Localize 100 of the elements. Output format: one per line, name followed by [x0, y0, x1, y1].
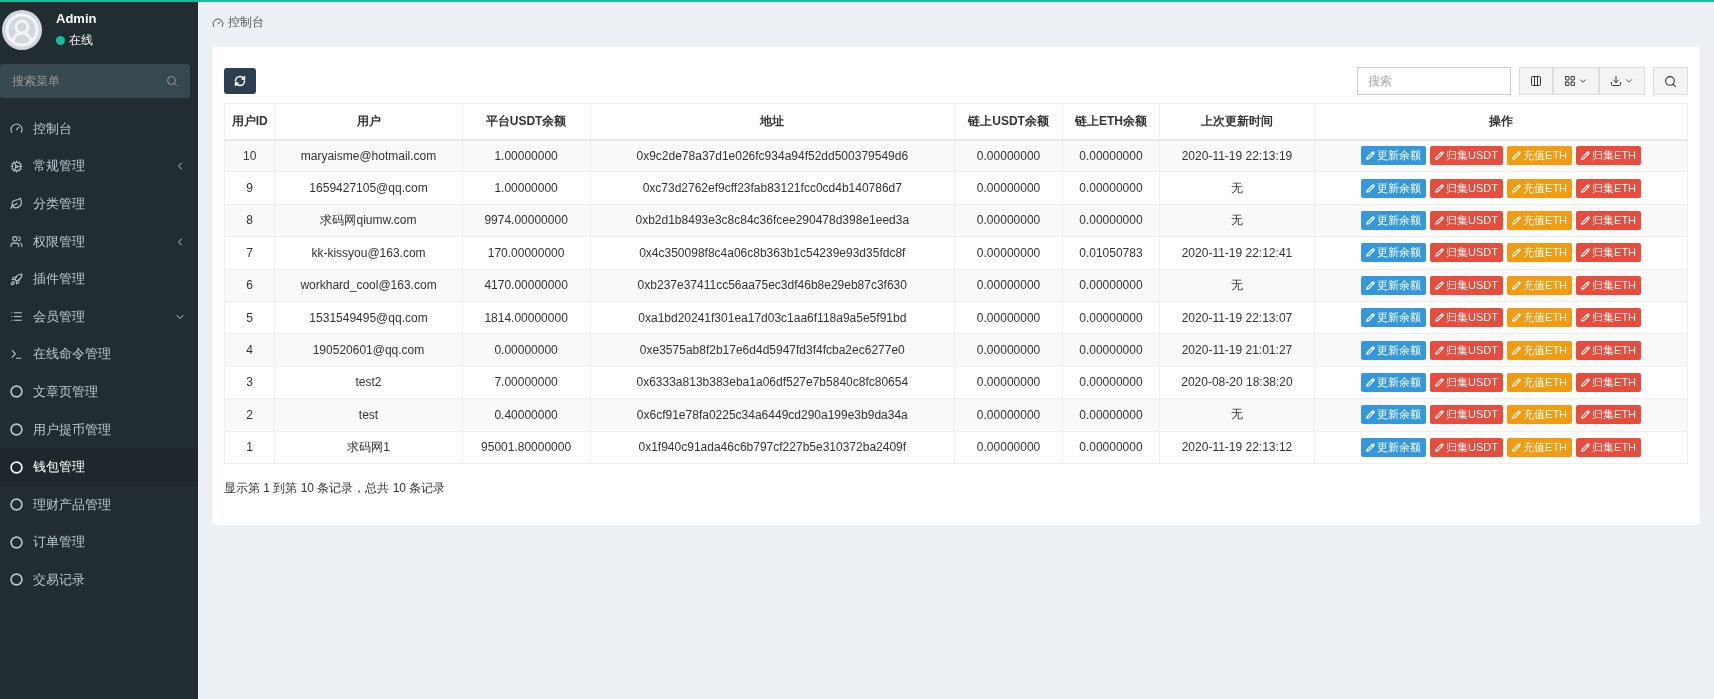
table-cell: 求码网1 — [274, 431, 463, 464]
column-header: 地址 — [590, 103, 955, 140]
action-button[interactable]: 归集ETH — [1576, 437, 1642, 457]
action-button[interactable]: 更新余额 — [1361, 210, 1427, 230]
download-icon — [1610, 75, 1622, 87]
sidebar-item[interactable]: 钱包管理 — [0, 448, 198, 486]
action-button[interactable]: 归集USDT — [1430, 405, 1504, 425]
column-header: 链上USDT余额 — [954, 103, 1063, 140]
action-button[interactable]: 归集USDT — [1430, 437, 1504, 457]
pencil-icon — [1435, 151, 1445, 161]
action-button[interactable]: 归集ETH — [1576, 178, 1642, 198]
table-cell: 求码网qiumw.com — [274, 204, 463, 237]
action-button[interactable]: 归集USDT — [1430, 146, 1504, 166]
action-button[interactable]: 更新余额 — [1361, 178, 1427, 198]
columns-icon — [1530, 75, 1542, 87]
action-button[interactable]: 归集USDT — [1430, 308, 1504, 328]
pencil-icon — [1512, 345, 1522, 355]
pencil-icon — [1366, 442, 1376, 452]
action-button[interactable]: 更新余额 — [1361, 372, 1427, 392]
gauge-icon — [212, 16, 224, 29]
action-button[interactable]: 充值ETH — [1507, 243, 1573, 263]
action-button[interactable]: 更新余额 — [1361, 243, 1427, 263]
circle-icon — [10, 535, 23, 549]
action-button[interactable]: 充值ETH — [1507, 146, 1573, 166]
action-button[interactable]: 更新余额 — [1361, 275, 1427, 295]
table-cell: 0.40000000 — [462, 398, 590, 431]
sidebar-item[interactable]: 在线命令管理 — [0, 335, 198, 374]
action-button[interactable]: 归集USDT — [1430, 340, 1504, 360]
pencil-icon — [1366, 313, 1376, 323]
action-button[interactable]: 更新余额 — [1361, 437, 1427, 457]
circle-icon — [10, 573, 23, 587]
table-cell: 1659427105@qq.com — [274, 171, 463, 205]
gauge-icon — [10, 122, 23, 136]
pencil-icon — [1581, 313, 1591, 323]
action-button[interactable]: 归集ETH — [1576, 146, 1642, 166]
action-button[interactable]: 归集ETH — [1576, 372, 1642, 392]
action-button[interactable]: 归集USDT — [1430, 210, 1504, 230]
action-button[interactable]: 充值ETH — [1507, 340, 1573, 360]
breadcrumb[interactable]: 控制台 — [228, 14, 264, 31]
table-cell: 0x6333a813b383eba1a06df527e7b5840c8fc80654 — [590, 366, 955, 399]
action-button[interactable]: 更新余额 — [1361, 308, 1427, 328]
sidebar-item[interactable]: 权限管理 — [0, 222, 198, 261]
action-button[interactable]: 充值ETH — [1507, 308, 1573, 328]
sidebar-item[interactable]: 文章页管理 — [0, 373, 198, 411]
table-cell: 9974.00000000 — [462, 204, 590, 237]
table-cell: 2020-11-19 21:01:27 — [1159, 333, 1315, 367]
search-button[interactable] — [1653, 67, 1688, 95]
action-button[interactable]: 归集ETH — [1576, 243, 1642, 263]
pencil-icon — [1512, 377, 1522, 387]
pencil-icon — [1581, 183, 1591, 193]
action-button[interactable]: 更新余额 — [1361, 146, 1427, 166]
sidebar-item[interactable]: 会员管理 — [0, 297, 198, 336]
action-button[interactable]: 充值ETH — [1507, 210, 1573, 230]
table-cell: 0.00000000 — [1062, 171, 1160, 205]
sidebar-item[interactable]: 常规管理 — [0, 147, 198, 186]
table-cell: workhard_cool@163.com — [274, 269, 463, 302]
action-button[interactable]: 归集ETH — [1576, 210, 1642, 230]
action-button[interactable]: 归集ETH — [1576, 275, 1642, 295]
table-cell: 0xb237e37411cc56aa75ec3df46b8e29eb87c3f630 — [590, 269, 955, 302]
table-cell: 2020-11-19 22:13:07 — [1159, 301, 1315, 334]
action-button[interactable]: 充值ETH — [1507, 275, 1573, 295]
action-button[interactable]: 充值ETH — [1507, 178, 1573, 198]
pencil-icon — [1435, 377, 1445, 387]
pencil-icon — [1581, 280, 1591, 290]
column-header: 链上ETH余额 — [1062, 103, 1160, 140]
action-button[interactable]: 归集ETH — [1576, 340, 1642, 360]
table-cell: 10 — [224, 139, 275, 172]
action-button[interactable]: 归集ETH — [1576, 308, 1642, 328]
circle-icon — [10, 385, 23, 399]
action-button[interactable]: 归集USDT — [1430, 178, 1504, 198]
columns-button[interactable] — [1553, 67, 1599, 95]
action-button[interactable]: 充值ETH — [1507, 405, 1573, 425]
sidebar-item[interactable]: 插件管理 — [0, 260, 198, 298]
search-field[interactable]: 搜索 — [1357, 67, 1511, 95]
action-button[interactable]: 充值ETH — [1507, 372, 1573, 392]
sidebar-item[interactable]: 理财产品管理 — [0, 485, 198, 524]
action-button[interactable]: 归集USDT — [1430, 243, 1504, 263]
pencil-icon — [1435, 280, 1445, 290]
sidebar-item[interactable]: 订单管理 — [0, 523, 198, 562]
action-button[interactable]: 更新余额 — [1361, 340, 1427, 360]
action-button[interactable]: 归集USDT — [1430, 372, 1504, 392]
pencil-icon — [1512, 248, 1522, 258]
sidebar-item[interactable]: 用户提币管理 — [0, 410, 198, 449]
view-toggle-button[interactable] — [1519, 67, 1553, 95]
users-icon — [10, 235, 23, 249]
sidebar-item[interactable]: 分类管理 — [0, 185, 198, 223]
export-button[interactable] — [1599, 67, 1645, 95]
action-button[interactable]: 更新余额 — [1361, 405, 1427, 425]
menu-search-field[interactable]: 搜索菜单 — [0, 64, 190, 98]
action-button[interactable]: 充值ETH — [1507, 437, 1573, 457]
column-header: 操作 — [1314, 103, 1688, 140]
action-button[interactable]: 归集USDT — [1430, 275, 1504, 295]
pencil-icon — [1512, 183, 1522, 193]
refresh-button[interactable] — [224, 68, 256, 94]
pencil-icon — [1512, 280, 1522, 290]
table-cell: 5 — [224, 301, 275, 334]
action-button[interactable]: 归集ETH — [1576, 405, 1642, 425]
sidebar-item[interactable]: 交易记录 — [0, 561, 198, 599]
table-cell: 0.00000000 — [1062, 431, 1160, 464]
sidebar-item[interactable]: 控制台 — [0, 110, 198, 148]
